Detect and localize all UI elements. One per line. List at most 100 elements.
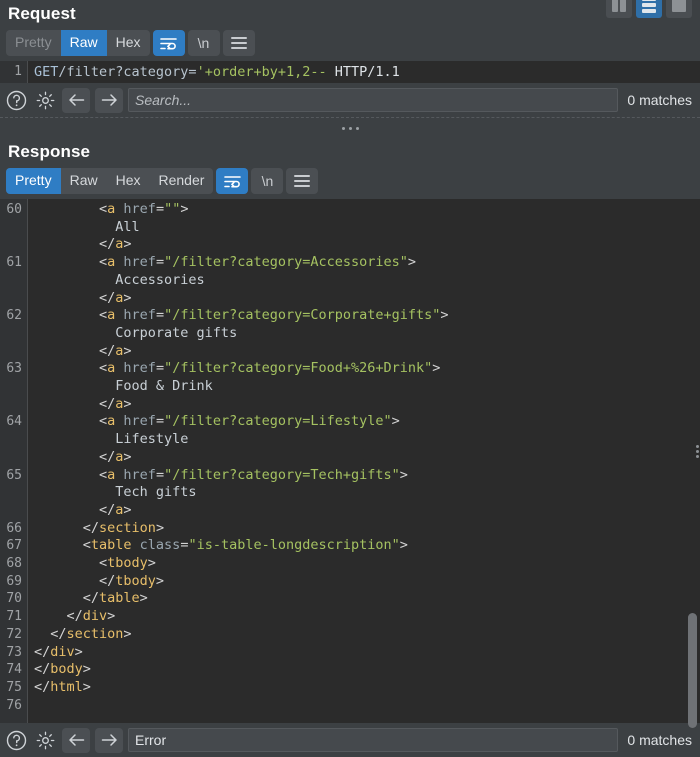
code-line: <a href="/filter?category=Accessories"> xyxy=(34,254,700,272)
word-wrap-icon xyxy=(224,175,241,187)
help-circle-icon xyxy=(6,90,26,110)
line-number: 69 xyxy=(6,573,22,589)
response-word-wrap-button[interactable] xyxy=(216,168,249,194)
code-line: Food & Drink xyxy=(34,378,700,396)
code-token-punct: = xyxy=(155,254,165,271)
code-token-tag: tbody xyxy=(107,555,148,572)
code-token-punct: < xyxy=(34,307,108,324)
word-wrap-icon xyxy=(160,37,177,49)
burp-message-editor: Request Pretty Raw Hex \n 1 GET/filter?c… xyxy=(0,0,700,757)
line-number: 71 xyxy=(6,609,22,625)
layout-side-by-side-button[interactable] xyxy=(606,0,632,18)
request-settings-button[interactable] xyxy=(33,88,57,112)
pane-splitter[interactable] xyxy=(0,117,700,138)
response-tab-pretty[interactable]: Pretty xyxy=(6,168,61,194)
code-token-val: "/filter?category=Corporate+gifts" xyxy=(164,307,441,324)
line-number: 67 xyxy=(6,538,22,554)
code-token-tag: section xyxy=(66,625,124,642)
scrollbar-thumb[interactable] xyxy=(688,612,697,729)
line-number: 61 xyxy=(6,255,22,271)
request-search-input[interactable] xyxy=(128,88,619,112)
code-line: <table class="is-table-longdescription"> xyxy=(34,537,700,555)
response-settings-button[interactable] xyxy=(33,728,57,752)
request-code-editor[interactable]: 1 GET/filter?category='+order+by+1,2-- H… xyxy=(0,61,700,83)
request-help-button[interactable] xyxy=(4,88,28,112)
help-circle-icon xyxy=(6,730,26,750)
code-token-val: "/filter?category=Lifestyle" xyxy=(164,413,392,430)
request-search-prev-button[interactable] xyxy=(62,87,90,113)
response-code-editor[interactable]: 60 61 62 63 64 65 66 67 68 69 70 71 72 73 74 75 76… xyxy=(0,199,700,723)
code-token-attr: class xyxy=(131,537,181,554)
line-number xyxy=(0,290,22,308)
code-line: Accessories xyxy=(34,272,700,290)
line-number xyxy=(0,431,22,449)
request-view-toolbar: Pretty Raw Hex \n xyxy=(0,30,700,61)
code-token-tag: table xyxy=(90,537,132,554)
code-token-punct: </ xyxy=(34,448,116,465)
request-protocol: HTTP/1.1 xyxy=(326,64,400,80)
code-line: </table> xyxy=(34,590,700,608)
line-number xyxy=(0,484,22,502)
response-search-prev-button[interactable] xyxy=(62,727,90,753)
request-tab-raw[interactable]: Raw xyxy=(60,30,107,56)
hamburger-menu-icon xyxy=(294,175,311,187)
layout-single-button[interactable] xyxy=(666,0,692,18)
code-token-punct: > xyxy=(107,608,116,625)
request-code-content[interactable]: GET/filter?category='+order+by+1,2-- HTT… xyxy=(28,61,700,83)
response-vertical-scrollbar[interactable] xyxy=(687,199,698,729)
code-line: Tech gifts xyxy=(34,484,700,502)
gear-icon xyxy=(36,91,54,109)
code-line: <a href="/filter?category=Corporate+gift… xyxy=(34,307,700,325)
layout-stacked-button[interactable] xyxy=(636,0,662,18)
code-token-text: Corporate gifts xyxy=(34,324,238,341)
code-token-attr: href xyxy=(115,307,156,324)
code-token-punct: </ xyxy=(34,661,51,678)
line-number xyxy=(0,272,22,290)
code-token-text: Accessories xyxy=(34,271,205,288)
code-token-punct: > xyxy=(440,307,449,324)
code-token-text: Lifestyle xyxy=(34,431,189,448)
request-newline-button[interactable]: \n xyxy=(187,30,220,56)
columns-icon xyxy=(612,0,626,12)
request-search-next-button[interactable] xyxy=(95,87,123,113)
code-token-val: "" xyxy=(164,201,181,217)
arrow-right-icon xyxy=(101,94,117,106)
response-tab-raw[interactable]: Raw xyxy=(61,168,107,194)
request-menu-button[interactable] xyxy=(222,30,255,56)
request-tab-pretty[interactable]: Pretty xyxy=(6,30,61,56)
code-line: <tbody> xyxy=(34,555,700,573)
code-token-punct: > xyxy=(147,555,156,572)
response-search-next-button[interactable] xyxy=(95,727,123,753)
response-help-button[interactable] xyxy=(4,728,28,752)
response-tab-render[interactable]: Render xyxy=(150,168,214,194)
layout-toggle-group xyxy=(606,0,692,18)
code-token-punct: < xyxy=(34,555,108,572)
code-token-punct: > xyxy=(74,643,83,660)
response-code-content[interactable]: <a href=""> All </a> <a href="/filter?ca… xyxy=(28,199,700,723)
code-line: </tbody> xyxy=(34,573,700,591)
code-token-punct: > xyxy=(399,466,408,483)
code-token-punct: > xyxy=(391,413,400,430)
line-number: 72 xyxy=(6,626,22,642)
response-tab-hex[interactable]: Hex xyxy=(107,168,150,194)
code-token-punct: < xyxy=(34,254,108,271)
line-number xyxy=(0,396,22,414)
response-search-input[interactable] xyxy=(128,728,619,752)
code-token-val: "is-table-longdescription" xyxy=(188,537,400,554)
request-tab-hex[interactable]: Hex xyxy=(107,30,150,56)
square-icon xyxy=(672,0,686,12)
response-view-mode-group: Pretty Raw Hex Render xyxy=(6,168,214,194)
request-method: GET xyxy=(34,64,59,80)
code-token-text: Food & Drink xyxy=(34,378,213,395)
line-number: 75 xyxy=(6,679,22,695)
response-newline-button[interactable]: \n xyxy=(251,168,284,194)
gear-icon xyxy=(36,731,54,749)
code-token-tag: div xyxy=(50,643,75,660)
arrow-left-icon xyxy=(68,94,84,106)
pane-resize-handle[interactable] xyxy=(696,445,699,459)
request-word-wrap-button[interactable] xyxy=(152,30,185,56)
code-token-punct: > xyxy=(123,342,132,359)
response-menu-button[interactable] xyxy=(286,168,319,194)
line-number xyxy=(0,219,22,237)
line-number: 63 xyxy=(6,361,22,377)
